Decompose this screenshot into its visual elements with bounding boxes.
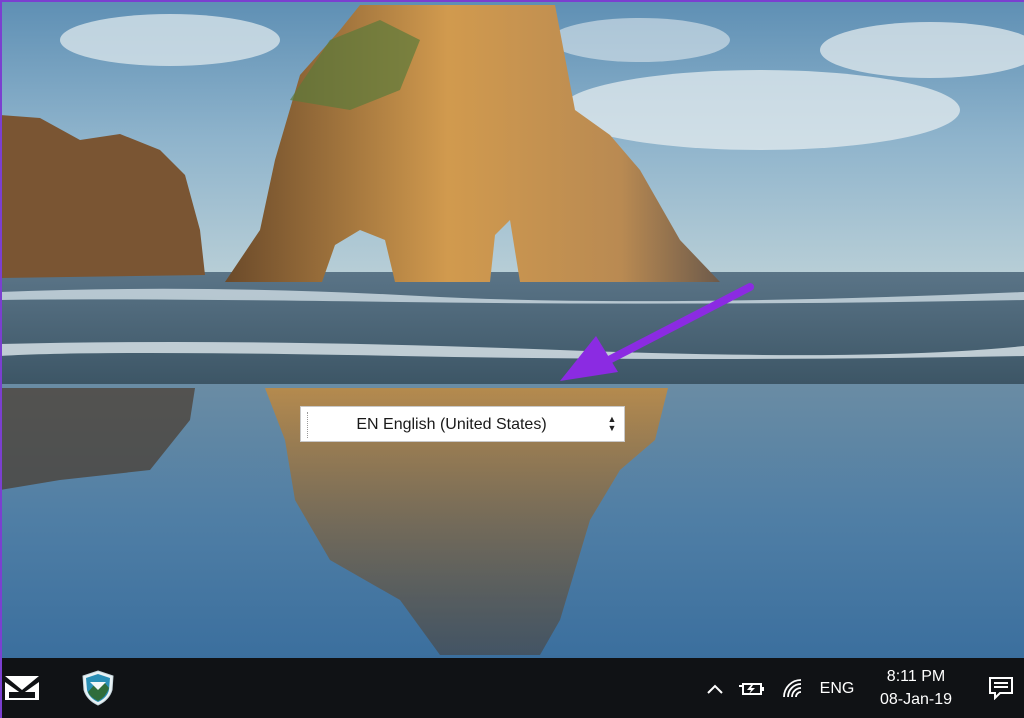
language-bar-label: EN English (United States) — [356, 416, 547, 433]
clock[interactable]: 8:11 PM 08-Jan-19 — [870, 662, 962, 714]
action-center-icon[interactable] — [984, 672, 1018, 704]
chevron-up-icon[interactable] — [700, 676, 730, 702]
language-bar-options-icon[interactable]: ▲ ▼ — [606, 415, 618, 435]
spinner-down-icon[interactable]: ▼ — [606, 424, 618, 433]
wifi-icon[interactable] — [776, 674, 810, 702]
clock-date: 08-Jan-19 — [879, 691, 953, 708]
clock-time: 8:11 PM — [886, 668, 946, 685]
shield-logo-icon[interactable] — [76, 666, 120, 710]
input-indicator[interactable]: ENG — [814, 676, 860, 702]
inbox-tray-icon[interactable] — [0, 666, 44, 710]
desktop-wallpaper — [0, 0, 1024, 658]
taskbar: ENG 8:11 PM 08-Jan-19 — [0, 658, 1024, 718]
language-bar[interactable]: EN English (United States) ▲ ▼ — [300, 406, 625, 442]
battery-charging-icon[interactable] — [735, 676, 769, 702]
